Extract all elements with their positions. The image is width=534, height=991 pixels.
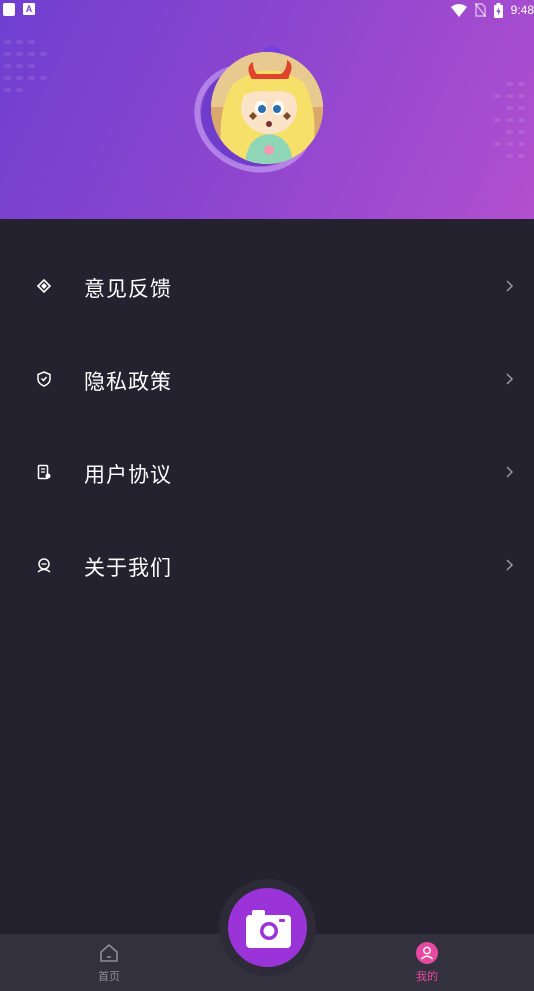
wifi-icon <box>450 3 467 17</box>
menu-item-label: 隐私政策 <box>84 370 172 394</box>
avatar-container[interactable] <box>190 40 335 180</box>
status-time: 9:48 <box>510 3 534 17</box>
tab-home-label: 首页 <box>98 970 120 983</box>
menu-item-about-us[interactable]: 关于我们 <box>0 519 534 612</box>
profile-icon <box>416 942 438 964</box>
shield-icon <box>37 371 51 387</box>
tab-home[interactable]: 首页 <box>69 934 149 991</box>
decorative-dots-right <box>480 60 534 180</box>
battery-icon <box>493 2 503 18</box>
tab-profile[interactable]: 我的 <box>387 934 467 991</box>
document-icon <box>37 464 51 480</box>
app-notification-icon <box>3 3 15 16</box>
no-sim-icon <box>474 3 486 17</box>
menu-item-feedback[interactable]: 意见反馈 <box>0 240 534 333</box>
profile-header: A 9:48 <box>0 0 534 219</box>
chevron-right-icon <box>506 280 514 292</box>
about-icon <box>37 558 51 573</box>
status-bar: A 9:48 <box>0 0 534 20</box>
menu-item-user-agreement[interactable]: 用户协议 <box>0 426 534 519</box>
chevron-right-icon <box>506 466 514 478</box>
camera-button[interactable] <box>228 888 307 967</box>
home-icon <box>100 944 118 962</box>
menu-item-label: 意见反馈 <box>84 277 172 301</box>
avatar-cartoon-girl <box>211 52 323 164</box>
menu-item-label: 用户协议 <box>84 463 172 487</box>
settings-menu: 意见反馈 隐私政策 用户协议 关于我们 <box>0 240 534 612</box>
avatar[interactable] <box>211 52 323 164</box>
menu-item-privacy-policy[interactable]: 隐私政策 <box>0 333 534 426</box>
chevron-right-icon <box>506 559 514 571</box>
camera-icon <box>246 910 291 948</box>
menu-item-label: 关于我们 <box>84 556 172 580</box>
chevron-right-icon <box>506 373 514 385</box>
a-notification-icon: A <box>23 3 35 15</box>
feedback-icon <box>36 278 52 294</box>
tab-profile-label: 我的 <box>416 970 438 983</box>
